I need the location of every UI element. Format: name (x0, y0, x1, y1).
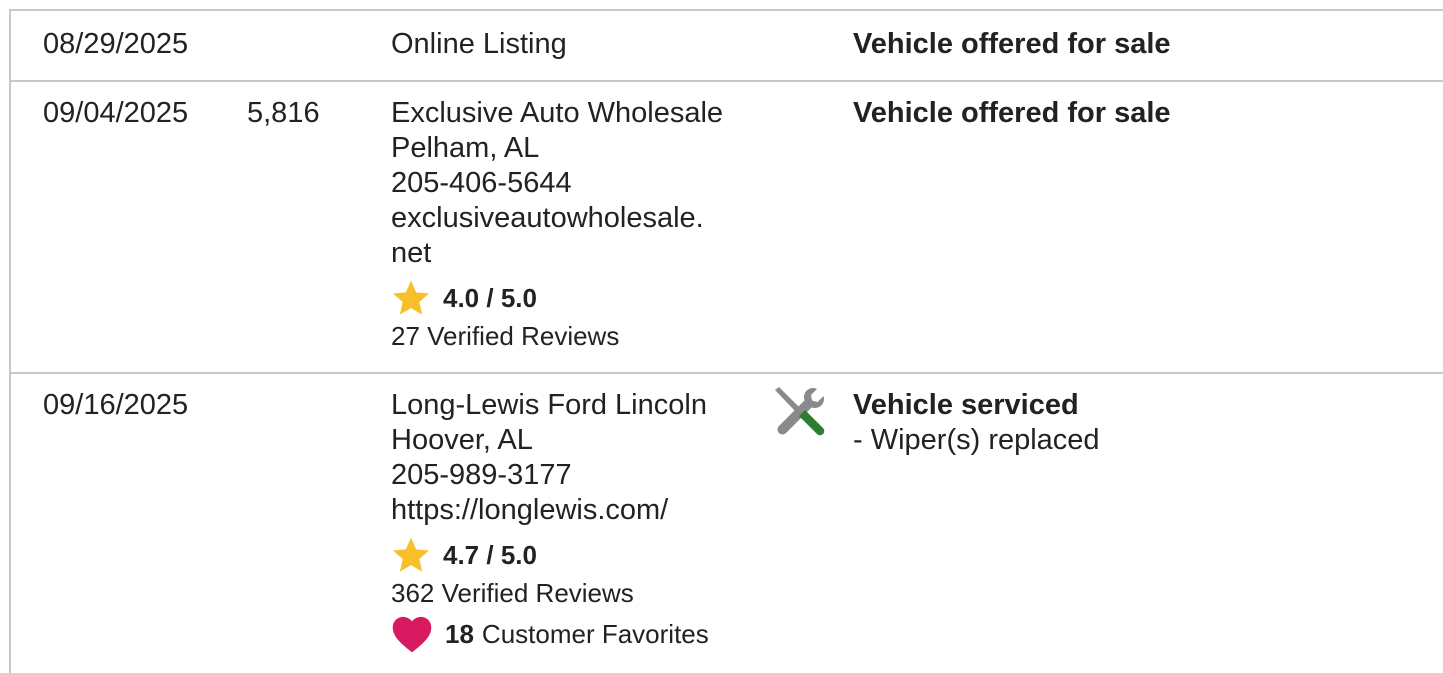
source-website[interactable]: exclusiveautowholesale. (391, 201, 723, 236)
record-date: 08/29/2025 (43, 28, 189, 60)
source-location: Pelham, AL (391, 132, 540, 164)
source-phone[interactable]: 205-989-3177 (391, 458, 709, 493)
source-phone[interactable]: 205-406-5644 (391, 166, 723, 201)
dealer-rating: 4.7 / 5.0 (391, 534, 709, 576)
record-source: Exclusive Auto Wholesale Pelham, AL 205-… (391, 96, 723, 353)
history-record-row: 09/16/2025 Long-Lewis Ford Lincoln Hoove… (11, 374, 1443, 673)
vehicle-history-table: 08/29/2025 Online Listing Vehicle offere… (9, 9, 1443, 673)
star-icon (393, 280, 429, 315)
dealer-rating: 4.0 / 5.0 (391, 277, 723, 319)
source-website[interactable]: https://longlewis.com/ (391, 493, 709, 528)
comment-title: Vehicle serviced (853, 389, 1079, 421)
favorites-label: Customer Favorites (481, 618, 709, 649)
source-name: Exclusive Auto Wholesale (391, 97, 724, 129)
record-type-icon (771, 384, 827, 449)
comment-title: Vehicle offered for sale (853, 97, 1171, 129)
star-icon (393, 537, 429, 572)
rating-value: 4.0 / 5.0 (443, 282, 537, 313)
comment-detail: - Wiper(s) replaced (853, 424, 1100, 456)
wrench-screwdriver-icon (775, 387, 825, 436)
source-name: Online Listing (391, 28, 567, 60)
record-date: 09/04/2025 (43, 97, 189, 129)
rating-value: 4.7 / 5.0 (443, 539, 537, 570)
record-date: 09/16/2025 (43, 389, 189, 421)
record-comments: Vehicle offered for sale (853, 96, 1171, 131)
customer-favorites: 18 Customer Favorites (391, 612, 709, 656)
source-location: Hoover, AL (391, 424, 533, 456)
history-record-row: 08/29/2025 Online Listing Vehicle offere… (11, 11, 1443, 82)
source-name: Long-Lewis Ford Lincoln (391, 389, 707, 421)
record-source: Long-Lewis Ford Lincoln Hoover, AL 205-9… (391, 388, 709, 656)
heart-icon (392, 616, 432, 653)
record-comments: Vehicle serviced - Wiper(s) replaced (853, 388, 1100, 458)
history-record-row: 09/04/2025 5,816 Exclusive Auto Wholesal… (11, 82, 1443, 374)
source-website-continued[interactable]: net (391, 236, 723, 271)
record-source: Online Listing (391, 27, 567, 62)
verified-reviews-link[interactable]: 362 Verified Reviews (391, 576, 709, 610)
record-mileage: 5,816 (247, 97, 320, 129)
record-comments: Vehicle offered for sale (853, 27, 1171, 62)
comment-title: Vehicle offered for sale (853, 28, 1171, 60)
verified-reviews-link[interactable]: 27 Verified Reviews (391, 319, 723, 353)
favorites-count: 18 (445, 618, 474, 649)
